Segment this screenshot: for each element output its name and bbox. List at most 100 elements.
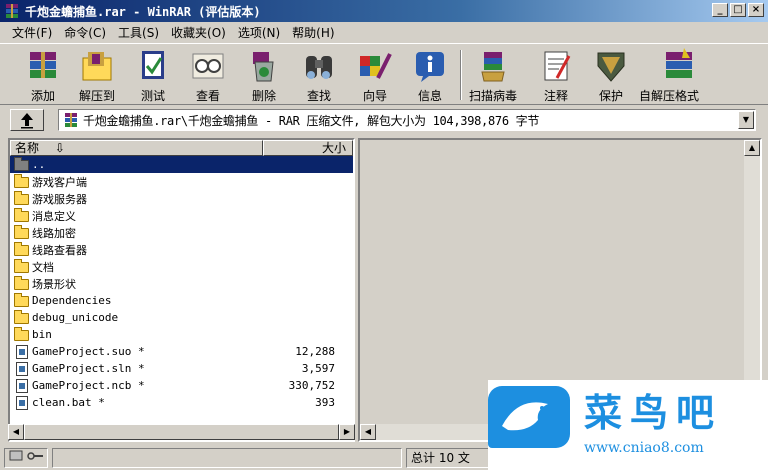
item-size: 393 bbox=[315, 396, 335, 409]
folder-icon bbox=[14, 241, 30, 257]
status-selection bbox=[52, 448, 402, 468]
watermark-brand: 菜鸟吧 bbox=[584, 390, 723, 435]
extract-to-label: 解压到 bbox=[78, 89, 115, 103]
sort-arrow-icon: ⇩ bbox=[54, 141, 65, 155]
path-combobox[interactable]: 千炮金蟾捕鱼.rar\千炮金蟾捕鱼 - RAR 压缩文件, 解包大小为 104,… bbox=[58, 109, 756, 131]
file-icon bbox=[14, 361, 30, 376]
drive-key-icon bbox=[9, 450, 43, 461]
add-button[interactable]: 添加 bbox=[24, 48, 62, 104]
menu-bar: 文件(F) 命令(C) 工具(S) 收藏夹(O) 选项(N) 帮助(H) bbox=[0, 22, 768, 42]
virus-scan-button[interactable]: 扫描病毒 bbox=[469, 48, 517, 104]
list-item[interactable]: 场景形状 bbox=[10, 275, 353, 292]
up-arrow-icon bbox=[21, 113, 33, 129]
scroll-up-button[interactable]: ▲ bbox=[744, 140, 760, 156]
item-name: clean.bat * bbox=[32, 396, 105, 409]
delete-button[interactable]: 删除 bbox=[245, 48, 283, 104]
folder-icon bbox=[14, 224, 30, 240]
list-rows: .. 游戏客户端游戏服务器 消息定义 线路加密线路查看器 文档 场景形状 Dependenc… bbox=[10, 156, 353, 411]
list-item[interactable]: GameProject.ncb * 330,752 bbox=[10, 377, 353, 394]
bird-logo-icon bbox=[488, 386, 570, 448]
view-button[interactable]: 查看 bbox=[189, 48, 227, 104]
list-item[interactable]: bin bbox=[10, 326, 353, 343]
list-item[interactable]: 文档 bbox=[10, 258, 353, 275]
list-item[interactable]: 游戏客户端 bbox=[10, 173, 353, 190]
list-item[interactable]: debug_unicode bbox=[10, 309, 353, 326]
winrar-app-icon[interactable] bbox=[4, 3, 20, 19]
folder-icon bbox=[14, 190, 30, 206]
minimize-button[interactable]: _ bbox=[712, 3, 728, 17]
preview-scroll-left-button[interactable]: ◀ bbox=[360, 424, 376, 440]
list-item[interactable]: 线路加密 bbox=[10, 224, 353, 241]
scroll-left-button[interactable]: ◀ bbox=[8, 424, 24, 440]
close-button[interactable]: × bbox=[748, 3, 764, 17]
sfx-button[interactable]: 自解压格式 bbox=[639, 48, 699, 104]
protect-icon bbox=[592, 48, 630, 84]
list-horizontal-scrollbar[interactable]: ◀ ▶ bbox=[8, 424, 355, 440]
maximize-button[interactable]: □ bbox=[730, 3, 746, 17]
menu-file[interactable]: 文件(F) bbox=[6, 24, 58, 41]
scroll-right-button[interactable]: ▶ bbox=[339, 424, 355, 440]
extract-icon bbox=[78, 48, 116, 84]
list-item[interactable]: GameProject.sln * 3,597 bbox=[10, 360, 353, 377]
item-name: GameProject.sln * bbox=[32, 362, 145, 375]
item-name: 游戏客户端 bbox=[32, 175, 87, 189]
folder-icon bbox=[14, 292, 30, 308]
watermark-url: www.cniao8.com bbox=[584, 440, 704, 456]
sfx-icon bbox=[660, 48, 698, 84]
virus-scan-icon bbox=[474, 48, 512, 84]
item-name: 游戏服务器 bbox=[32, 192, 87, 206]
archive-icon bbox=[65, 113, 77, 127]
toolbar: 添加 解压到 测试 查看 删除 查找 向导 信息 扫描病毒 注释 保护 自解压格… bbox=[0, 43, 768, 105]
column-size-label: 大小 bbox=[321, 141, 346, 155]
scroll-thumb[interactable] bbox=[24, 424, 339, 440]
toolbar-separator bbox=[460, 50, 462, 100]
menu-favorites[interactable]: 收藏夹(O) bbox=[165, 24, 232, 41]
file-list[interactable]: 名称 ⇩ 大小 .. 游戏客户端游戏服务器 消息定义 线路加密线路查看器 文档 场景形状 D… bbox=[8, 138, 355, 442]
folder-icon bbox=[14, 258, 30, 274]
list-item[interactable]: GameProject.suo * 12,288 bbox=[10, 343, 353, 360]
find-icon bbox=[300, 48, 338, 84]
item-size: 3,597 bbox=[301, 362, 335, 375]
info-button[interactable]: 信息 bbox=[411, 48, 449, 104]
column-header-size[interactable]: 大小 bbox=[263, 140, 353, 156]
menu-help[interactable]: 帮助(H) bbox=[286, 24, 340, 41]
list-item[interactable]: .. bbox=[10, 156, 353, 173]
file-icon bbox=[14, 344, 30, 359]
view-icon bbox=[189, 48, 227, 84]
comment-label: 注释 bbox=[543, 89, 568, 103]
list-item[interactable]: 线路查看器 bbox=[10, 241, 353, 258]
address-bar: 千炮金蟾捕鱼.rar\千炮金蟾捕鱼 - RAR 压缩文件, 解包大小为 104,… bbox=[0, 107, 768, 133]
wizard-button[interactable]: 向导 bbox=[356, 48, 394, 104]
file-icon bbox=[14, 395, 30, 410]
test-button[interactable]: 测试 bbox=[134, 48, 172, 104]
list-item[interactable]: 消息定义 bbox=[10, 207, 353, 224]
path-dropdown-button[interactable]: ▼ bbox=[738, 111, 754, 129]
column-name-label: 名称 bbox=[15, 141, 40, 155]
item-name: GameProject.suo * bbox=[32, 345, 145, 358]
protect-button[interactable]: 保护 bbox=[592, 48, 630, 104]
up-folder-button[interactable] bbox=[10, 109, 44, 131]
item-name: 线路查看器 bbox=[32, 243, 87, 257]
find-button[interactable]: 查找 bbox=[300, 48, 338, 104]
list-item[interactable]: clean.bat * 393 bbox=[10, 394, 353, 411]
menu-tools[interactable]: 工具(S) bbox=[112, 24, 165, 41]
info-icon bbox=[411, 48, 449, 84]
menu-commands[interactable]: 命令(C) bbox=[58, 24, 112, 41]
test-icon bbox=[134, 48, 172, 84]
list-header: 名称 ⇩ 大小 bbox=[10, 140, 353, 156]
add-label: 添加 bbox=[30, 89, 55, 103]
list-item[interactable]: Dependencies bbox=[10, 292, 353, 309]
comment-button[interactable]: 注释 bbox=[537, 48, 575, 104]
folder-icon bbox=[14, 173, 30, 189]
status-icons[interactable] bbox=[4, 448, 48, 468]
list-item[interactable]: 游戏服务器 bbox=[10, 190, 353, 207]
menu-options[interactable]: 选项(N) bbox=[232, 24, 286, 41]
item-name: GameProject.ncb * bbox=[32, 379, 145, 392]
column-header-name[interactable]: 名称 ⇩ bbox=[10, 140, 263, 156]
virus-scan-label: 扫描病毒 bbox=[469, 89, 518, 103]
item-size: 330,752 bbox=[288, 379, 335, 392]
watermark: 菜鸟吧 www.cniao8.com bbox=[488, 380, 768, 470]
extract-to-button[interactable]: 解压到 bbox=[78, 48, 116, 104]
view-label: 查看 bbox=[195, 89, 220, 103]
title-bar[interactable]: 千炮金蟾捕鱼.rar - WinRAR (评估版本) _ □ × bbox=[0, 0, 768, 22]
